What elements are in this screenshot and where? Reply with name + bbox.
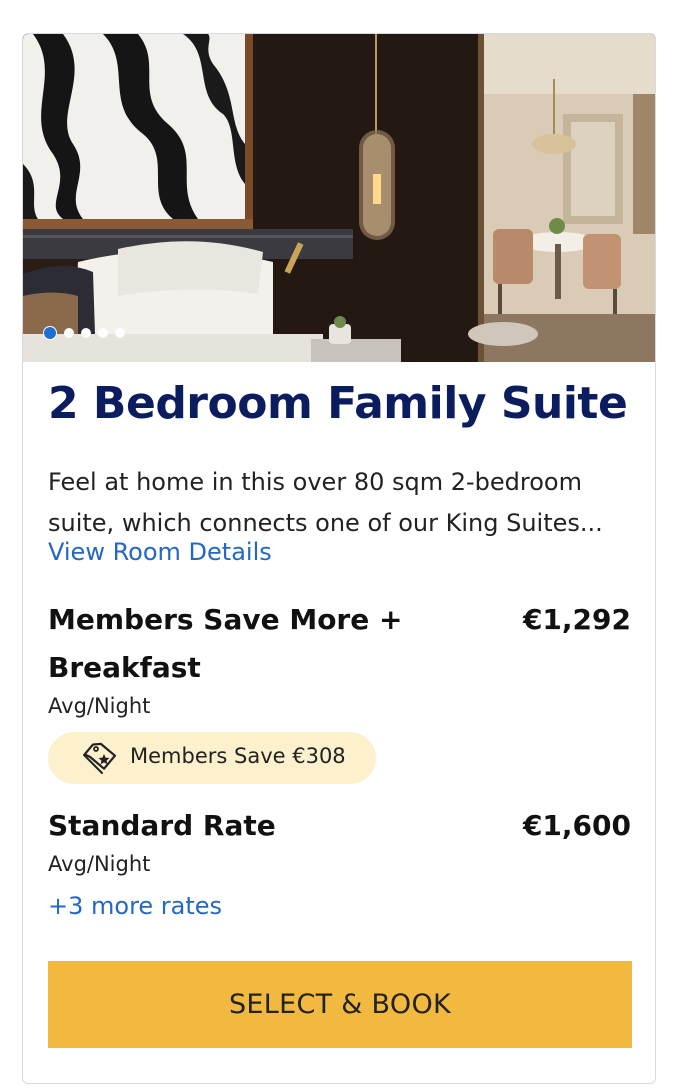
room-photo-image [23,34,655,362]
room-title: 2 Bedroom Family Suite [48,378,628,429]
rate-price: €1,292 [522,603,631,636]
rate-name-line: Breakfast [48,651,201,684]
rate-name: Members Save More + Breakfast [48,596,402,692]
avg-night-label: Avg/Night [48,852,151,876]
room-description: Feel at home in this over 80 sqm 2-bedro… [48,462,648,544]
carousel-dot[interactable] [64,328,74,338]
members-save-text: Members Save €308 [130,744,346,768]
select-and-book-button[interactable]: SELECT & BOOK [48,961,632,1048]
members-save-badge: Members Save €308 [48,732,376,784]
avg-night-label: Avg/Night [48,694,151,718]
room-photo[interactable] [23,34,655,362]
more-rates-link[interactable]: +3 more rates [48,888,222,924]
carousel-dot[interactable] [81,328,91,338]
rate-name-line: Members Save More + [48,603,403,636]
room-description-line: Feel at home in this over 80 sqm 2-bedro… [48,468,582,496]
room-card: 2 Bedroom Family Suite Feel at home in t… [22,33,656,1084]
carousel-dot[interactable] [115,328,125,338]
view-room-details-link[interactable]: View Room Details [48,534,272,570]
carousel-indicator [43,326,125,340]
rate-price: €1,600 [522,809,631,842]
carousel-dot-active[interactable] [43,326,57,340]
carousel-dot[interactable] [98,328,108,338]
rate-name: Standard Rate [48,809,276,842]
price-tag-star-icon [82,741,118,775]
